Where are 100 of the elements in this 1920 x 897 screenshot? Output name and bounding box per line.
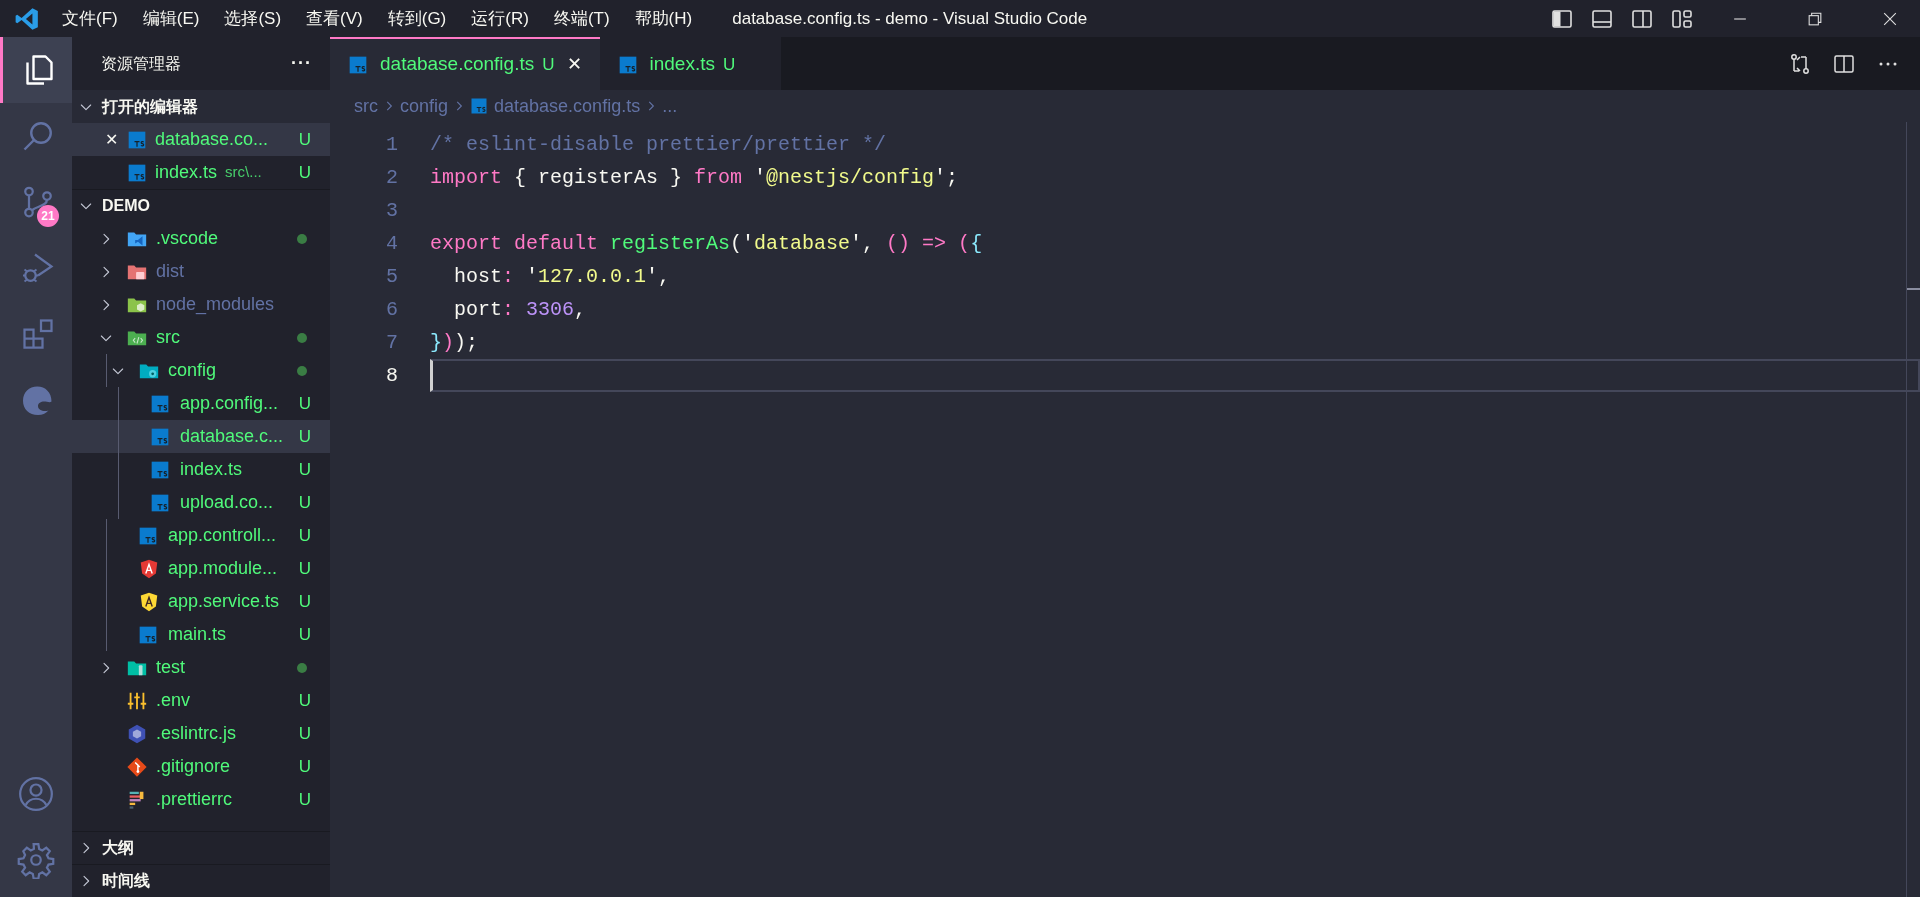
code-line: /* eslint-disable prettier/prettier */ [430, 131, 888, 158]
diamond-icon [126, 755, 148, 778]
menu-item[interactable]: 选择(S) [224, 5, 282, 32]
open-editor-item[interactable]: ✕ database.co... U [72, 123, 330, 156]
file-item[interactable]: app.service.ts U [72, 585, 330, 618]
menu-item[interactable]: 运行(R) [471, 5, 529, 32]
folder-name: .vscode [156, 227, 219, 250]
file-item[interactable]: index.ts U [72, 453, 330, 486]
menu-item[interactable]: 文件(F) [62, 5, 118, 32]
typescript-file-icon [150, 492, 170, 513]
file-path: src\... [225, 162, 262, 183]
line-number: 5 [385, 263, 398, 290]
git-status: U [298, 524, 311, 547]
file-name: index.ts [155, 161, 218, 184]
folder-name: dist [156, 260, 184, 283]
git-status: U [298, 458, 311, 481]
vscode-logo-icon [14, 5, 40, 32]
file-name: index.ts [180, 458, 243, 481]
line-number: 4 [385, 230, 398, 257]
typescript-file-icon [138, 624, 158, 645]
git-status: U [298, 425, 311, 448]
typescript-file-icon [127, 129, 147, 150]
file-name: app.controll... [168, 524, 277, 547]
typescript-file-icon [150, 426, 170, 447]
file-name: database.c... [180, 425, 284, 448]
menu-item[interactable]: 查看(V) [306, 5, 363, 32]
section-header[interactable]: 时间线 [72, 864, 330, 897]
line-number: 2 [385, 164, 398, 191]
menu-item[interactable]: 编辑(E) [142, 5, 200, 32]
folder-item[interactable]: src [72, 321, 330, 354]
file-name: .prettierrc [156, 788, 233, 811]
git-status: U [298, 557, 311, 580]
line-number: 8 [385, 362, 398, 389]
code-line: export default registerAs('database', () => ({ [430, 230, 984, 257]
git-status: U [298, 689, 311, 712]
git-status: U [298, 161, 311, 184]
account-icon[interactable] [17, 775, 55, 813]
folder-name: config [168, 359, 217, 382]
close-editor-button[interactable]: ✕ [102, 127, 120, 152]
file-item[interactable]: app.controll... U [72, 519, 330, 552]
git-status: U [298, 755, 311, 778]
typescript-file-icon [470, 97, 489, 115]
section-header[interactable]: 打开的编辑器 [72, 90, 330, 123]
close-tab-button[interactable]: ✕ [566, 51, 582, 78]
typescript-file-icon [348, 54, 368, 75]
typescript-file-icon [138, 525, 158, 546]
file-item[interactable]: app.module... U [72, 552, 330, 585]
typescript-file-icon [150, 393, 170, 414]
code-line: import { registerAs } from '@nestjs/config'; [430, 164, 960, 191]
code-line: host: '127.0.0.1', [453, 263, 672, 290]
file-name: app.config... [180, 392, 279, 415]
file-name: .gitignore [156, 755, 231, 778]
folder-item[interactable]: .vscode [72, 222, 330, 255]
editor-tab[interactable]: index.ts U [599, 37, 782, 90]
folder-name: node_modules [156, 293, 275, 317]
menu-item[interactable]: 转到(G) [387, 5, 447, 32]
git-status: U [298, 128, 311, 151]
section-header[interactable]: DEMO [72, 189, 330, 222]
section-header[interactable]: 大纲 [72, 831, 330, 864]
file-name: .env [156, 689, 191, 712]
folder-name: src [156, 326, 180, 349]
folder-name: test [156, 656, 185, 679]
file-item[interactable]: .env U [72, 684, 330, 717]
file-item[interactable]: upload.co... U [72, 486, 330, 519]
git-status: U [542, 53, 555, 76]
git-status: U [298, 590, 311, 613]
more-actions-button[interactable]: ··· [291, 50, 312, 77]
sidebar-title: 资源管理器 [101, 53, 181, 74]
hexagon-icon [126, 722, 148, 745]
file-item[interactable]: main.ts U [72, 618, 330, 651]
typescript-file-icon [150, 459, 170, 480]
code-line: port: 3306, [453, 296, 588, 323]
compare-changes-icon[interactable] [1788, 51, 1812, 76]
file-item[interactable]: .eslintrc.js U [72, 717, 330, 750]
window-title: database.config.ts - demo - Visual Studio Code [732, 7, 1088, 30]
code-line: })); [430, 329, 480, 356]
folder-item[interactable]: test [72, 651, 330, 684]
angular-icon [138, 557, 160, 580]
file-item[interactable]: .prettierrc U [72, 783, 330, 816]
activity-explorer-button[interactable] [0, 37, 72, 103]
file-item[interactable]: app.config... U [72, 387, 330, 420]
line-number: 7 [385, 329, 398, 356]
editor-tab[interactable]: database.config.ts U ✕ [330, 37, 600, 90]
line-number: 3 [385, 197, 398, 224]
line-number: 1 [385, 131, 398, 158]
folder-item[interactable]: config [72, 354, 330, 387]
typescript-file-icon [127, 162, 147, 183]
file-name: app.module... [168, 557, 278, 580]
file-name: main.ts [168, 623, 227, 646]
notification-badge: 21 [37, 205, 59, 227]
git-status: U [298, 491, 311, 514]
settings-icon[interactable] [17, 841, 55, 879]
file-item[interactable]: database.c... U [72, 420, 330, 453]
open-editor-item[interactable]: index.ts src\... U [72, 156, 330, 189]
git-status: U [298, 722, 311, 745]
line-number: 6 [385, 296, 398, 323]
file-item[interactable]: .gitignore U [72, 750, 330, 783]
file-name: database.co... [155, 128, 269, 151]
menu-item[interactable]: 帮助(H) [634, 5, 693, 32]
menu-item[interactable]: 终端(T) [553, 5, 610, 32]
